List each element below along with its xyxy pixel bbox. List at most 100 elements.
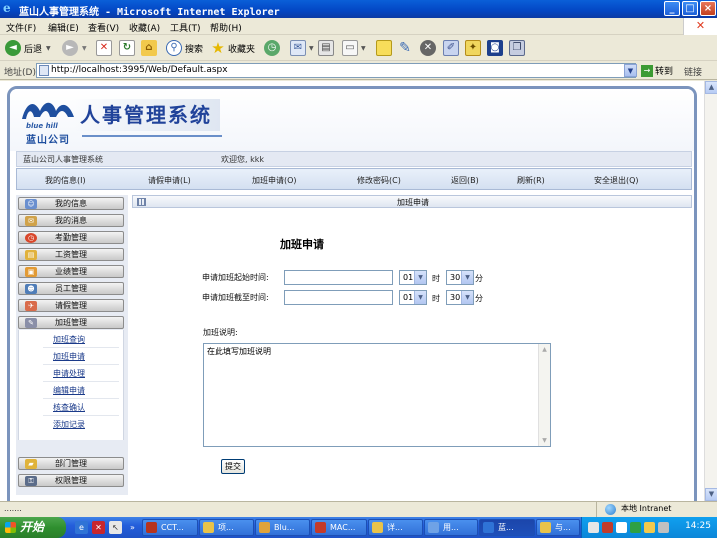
start-hour-unit: 时 [432,274,440,283]
taskbar-item-active[interactable]: 蓝... [479,519,535,536]
nav-back[interactable]: 返回(B) [451,175,479,186]
message-icon: ✉ [25,216,37,226]
taskbar-item[interactable]: 详... [368,519,423,536]
submenu-divider [43,347,119,348]
maximize-button[interactable]: □ [682,1,698,16]
start-time-label: 申请加班起始时间: [202,273,269,282]
start-date-input[interactable] [284,270,393,285]
sidebar-item-performance[interactable]: ▣ 业绩管理 [18,265,124,278]
tray-app-icon[interactable] [644,522,655,533]
submenu-verify[interactable]: 核查确认 [53,402,85,413]
history-button[interactable]: ◷ [264,39,280,57]
nav-change-password[interactable]: 修改密码(C) [357,175,401,186]
textarea-scrollbar[interactable]: ▲ ▼ [538,344,550,446]
sidebar-item-salary[interactable]: ▤ 工资管理 [18,248,124,261]
menu-file[interactable]: 文件(F) [6,21,36,34]
go-button[interactable]: → 转到 [641,64,673,77]
nav-leave-request[interactable]: 请假申请(L) [148,175,191,186]
start-button[interactable]: 开始 [0,517,66,538]
start-hour-value: 01 [403,273,414,282]
menu-help[interactable]: 帮助(H) [210,21,242,34]
end-hour-select[interactable]: 01 ▼ [399,290,427,305]
sidebar-item-my-info[interactable]: ☺ 我的信息 [18,197,124,210]
close-button[interactable]: × [700,1,716,16]
start-hour-select[interactable]: 01 ▼ [399,270,427,285]
submit-button[interactable]: 提交 [221,459,245,474]
address-bar: 地址(D) http://localhost:3995/Web/Default.… [0,62,717,80]
address-dropdown-button[interactable]: ▼ [624,64,637,77]
nav-my-info[interactable]: 我的信息(I) [45,175,86,186]
sidebar-item-label: 我的消息 [55,216,87,225]
cursor-quicklaunch-icon[interactable]: ↖ [109,521,122,534]
nav-refresh[interactable]: 刷新(R) [517,175,545,186]
taskbar-item[interactable]: Blu... [255,519,310,536]
folder-icon [203,522,214,533]
submenu-overtime-apply[interactable]: 加班申请 [53,351,85,362]
description-textarea[interactable]: 在此填写加班说明 ▲ ▼ [203,343,551,447]
sidebar-item-my-messages[interactable]: ✉ 我的消息 [18,214,124,227]
sidebar-item-employees[interactable]: ☻ 员工管理 [18,282,124,295]
tool-button-2[interactable]: ✦ [465,39,481,57]
minimize-button[interactable]: _ [664,1,680,16]
taskbar-item[interactable]: MAC... [311,519,367,536]
taskbar-item[interactable]: 项... [199,519,254,536]
tool-button-3[interactable]: ◙ [487,39,503,57]
leave-icon: ✈ [25,301,37,311]
sidebar-item-label: 请假管理 [55,301,87,310]
menu-view[interactable]: 查看(V) [88,21,119,34]
submenu-add-record[interactable]: 添加记录 [53,419,85,430]
submenu-process-request[interactable]: 申请处理 [53,368,85,379]
sidebar-item-permissions[interactable]: ⚿ 权限管理 [18,474,124,487]
back-button[interactable]: ◄ 后退 ▼ [5,39,51,57]
start-minute-select[interactable]: 30 ▼ [446,270,474,285]
stop-button[interactable]: ✕ [96,39,112,57]
block-button[interactable]: ✕ [420,39,436,57]
print-button[interactable]: ▤ [318,39,334,57]
help-icon[interactable] [616,522,627,533]
nav-logout[interactable]: 安全退出(Q) [594,175,639,186]
end-minute-value: 30 [450,293,461,302]
menu-tools[interactable]: 工具(T) [170,21,201,34]
sidebar-item-leave[interactable]: ✈ 请假管理 [18,299,124,312]
tool-button-4[interactable]: ❐ [509,39,525,57]
end-minute-select[interactable]: 30 ▼ [446,290,474,305]
links-button[interactable]: 链接 [684,65,702,78]
mail-button[interactable]: ✉ ▼ [290,39,314,57]
box-icon: ▣ [25,267,37,277]
menu-favorites[interactable]: 收藏(A) [129,21,160,34]
nav-overtime-request[interactable]: 加班申请(O) [252,175,297,186]
home-button[interactable]: ⌂ [141,39,157,57]
tool-button-1[interactable]: ✐ [443,39,459,57]
page-scrollbar[interactable]: ▲ ▼ [704,81,717,501]
favorites-button[interactable]: ★ 收藏夹 [210,39,255,57]
submenu-overtime-query[interactable]: 加班查询 [53,334,85,345]
forward-button[interactable]: ► ▼ [62,39,87,57]
end-date-input[interactable] [284,290,393,305]
sidebar-item-overtime[interactable]: ✎ 加班管理 [18,316,124,329]
network-icon[interactable] [630,522,641,533]
taskbar-item[interactable]: 用... [424,519,478,536]
system-title: 人事管理系统 [74,99,220,131]
tray-app-icon[interactable] [602,522,613,533]
sidebar-item-label: 我的信息 [55,199,87,208]
address-input[interactable]: http://localhost:3995/Web/Default.aspx [36,63,636,78]
volume-icon[interactable] [658,522,669,533]
description-label: 加班说明: [203,328,238,337]
quicklaunch-expand-icon[interactable]: » [126,521,139,534]
menu-edit[interactable]: 编辑(E) [48,21,79,34]
taskbar-item[interactable]: CCT... [142,519,198,536]
sidebar-item-departments[interactable]: ▰ 部门管理 [18,457,124,470]
app-quicklaunch-icon[interactable]: ✕ [92,521,105,534]
search-label: 搜索 [185,44,204,55]
end-hour-value: 01 [403,293,414,302]
messenger-button[interactable]: ✎ [397,39,413,57]
edit-button[interactable]: ▭ ▼ [342,39,366,57]
sidebar-item-attendance[interactable]: ◷ 考勤管理 [18,231,124,244]
search-button[interactable]: ⚲ 搜索 [166,39,203,57]
refresh-button[interactable]: ↻ [119,39,135,57]
ie-quicklaunch-icon[interactable]: e [75,521,88,534]
keyboard-icon[interactable] [588,522,599,533]
discuss-button[interactable] [376,39,392,57]
submenu-edit-request[interactable]: 编辑申请 [53,385,85,396]
taskbar-item[interactable]: 与... [536,519,580,536]
